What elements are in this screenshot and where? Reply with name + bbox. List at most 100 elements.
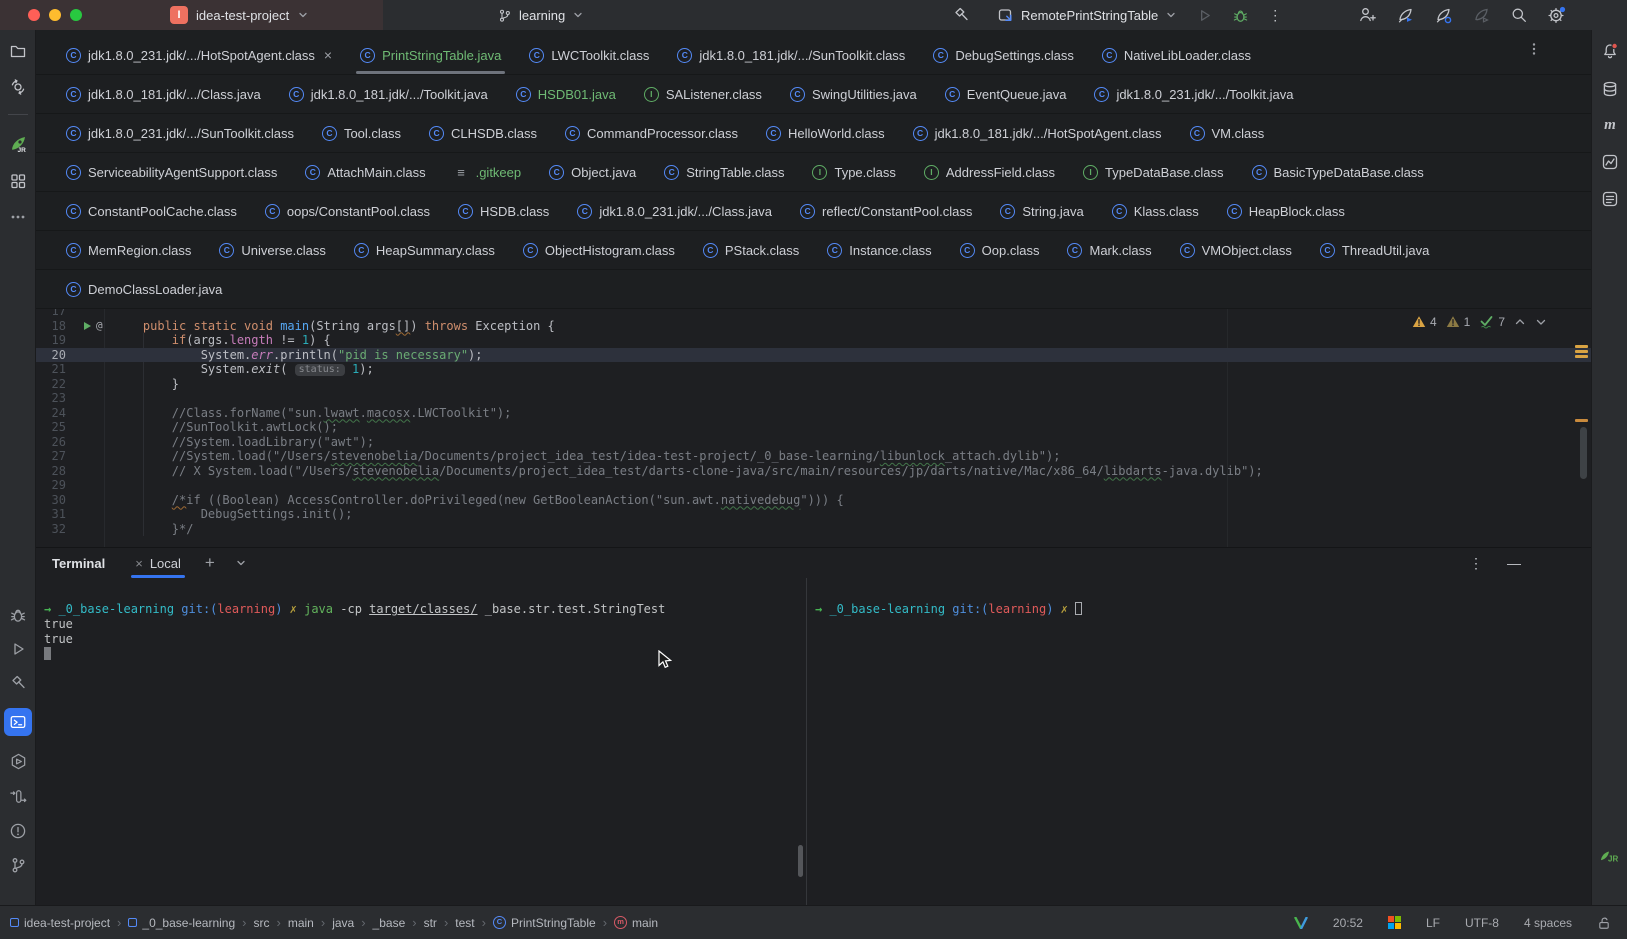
build-icon[interactable] — [9, 674, 27, 692]
run-icon[interactable] — [1196, 7, 1213, 24]
editor-tab[interactable]: CHSDB.class — [444, 192, 563, 230]
editor-scrollbar[interactable] — [1580, 427, 1587, 479]
editor-tab[interactable]: COop.class — [946, 231, 1054, 269]
editor-tab[interactable]: CKlass.class — [1098, 192, 1213, 230]
editor-tab[interactable]: ITypeDataBase.class — [1069, 153, 1238, 191]
editor-tab[interactable]: CCommandProcessor.class — [551, 114, 752, 152]
editor-tab[interactable]: IAddressField.class — [910, 153, 1069, 191]
editor-tab[interactable]: CHelloWorld.class — [752, 114, 899, 152]
editor-tab[interactable]: CAttachMain.class — [291, 153, 439, 191]
code-line[interactable]: 18@ public static void main(String args[… — [36, 319, 1591, 334]
editor-tab[interactable]: Cjdk1.8.0_231.jdk/.../SunToolkit.class — [52, 114, 308, 152]
breadcrumb-item[interactable]: src — [253, 916, 269, 930]
editor-tab[interactable]: Cjdk1.8.0_181.jdk/.../Toolkit.java — [275, 75, 502, 113]
zoom-window-button[interactable] — [70, 9, 82, 21]
branch-widget[interactable]: learning — [497, 0, 584, 30]
prev-problem-icon[interactable] — [1514, 316, 1526, 328]
hide-terminal-icon[interactable]: — — [1507, 555, 1521, 571]
editor-tab[interactable]: Cjdk1.8.0_181.jdk/.../SunToolkit.class — [663, 36, 919, 74]
editor-tab[interactable]: CInstance.class — [813, 231, 945, 269]
code-line[interactable]: 24 //Class.forName("sun.lwawt.macosx.LWC… — [36, 406, 1591, 421]
endpoints-icon[interactable] — [9, 787, 28, 806]
editor-tab[interactable]: CObject.java — [535, 153, 650, 191]
editor-tab[interactable]: Cjdk1.8.0_231.jdk/.../HotSpotAgent.class… — [52, 36, 346, 74]
debug-icon[interactable] — [9, 606, 27, 624]
project-widget[interactable]: I idea-test-project — [170, 0, 309, 30]
editor-tab[interactable]: ≡.gitkeep — [440, 153, 536, 191]
code-line[interactable]: 30 /*if ((Boolean) AccessController.doPr… — [36, 493, 1591, 508]
line-separator[interactable]: LF — [1426, 916, 1440, 930]
terminal-tab-local[interactable]: × Local — [135, 548, 181, 578]
breadcrumb-item[interactable]: main — [288, 916, 314, 930]
run-configuration-select[interactable]: RemotePrintStringTable — [997, 7, 1177, 24]
code-line[interactable]: 28 // X System.load("/Users/stevenobelia… — [36, 464, 1591, 479]
code-line[interactable]: 27 //System.load("/Users/stevenobelia/Do… — [36, 449, 1591, 464]
problems-icon[interactable] — [9, 822, 27, 840]
editor-tab[interactable]: IType.class — [798, 153, 909, 191]
editor-tab[interactable]: CVMObject.class — [1166, 231, 1306, 269]
code-line[interactable]: 20 System.err.println("pid is necessary"… — [36, 348, 1591, 363]
editor-tab[interactable]: CString.java — [986, 192, 1097, 230]
more-icon[interactable] — [9, 208, 27, 226]
editor-tab[interactable]: CCLHSDB.class — [415, 114, 551, 152]
breadcrumb-item[interactable]: CPrintStringTable — [493, 916, 596, 930]
editor-tab[interactable]: CServiceabilityAgentSupport.class — [52, 153, 291, 191]
inspections-widget[interactable]: 4 1 7 — [1412, 314, 1547, 329]
services-icon[interactable] — [9, 752, 28, 771]
more-icon[interactable]: ⋮ — [1268, 10, 1282, 20]
editor-tab[interactable]: CLWCToolkit.class — [515, 36, 663, 74]
editor-tab[interactable]: CDebugSettings.class — [919, 36, 1088, 74]
breadcrumb-item[interactable]: _0_base-learning — [128, 916, 235, 930]
jrebel-run-icon[interactable] — [1396, 6, 1415, 25]
windows-colors-icon[interactable] — [1388, 916, 1401, 929]
editor-tab[interactable]: CHSDB01.java — [502, 75, 630, 113]
database-icon[interactable] — [1601, 80, 1619, 98]
breadcrumb-item[interactable]: str — [424, 916, 437, 930]
new-terminal-icon[interactable]: + — [205, 553, 215, 573]
editor-tab[interactable]: CConstantPoolCache.class — [52, 192, 251, 230]
notifications-bell-icon[interactable] — [1601, 42, 1620, 61]
code-line[interactable]: 32 }*/ — [36, 522, 1591, 537]
editor-tab[interactable]: Creflect/ConstantPool.class — [786, 192, 986, 230]
editor-tab[interactable]: Cjdk1.8.0_181.jdk/.../HotSpotAgent.class — [899, 114, 1176, 152]
code-line[interactable]: 25 //SunToolkit.awtLock(); — [36, 420, 1591, 435]
close-icon[interactable]: × — [324, 48, 332, 62]
code-line[interactable]: 23 — [36, 391, 1591, 406]
search-icon[interactable] — [1510, 6, 1528, 24]
git-icon[interactable] — [9, 856, 27, 874]
next-problem-icon[interactable] — [1535, 316, 1547, 328]
close-window-button[interactable] — [28, 9, 40, 21]
close-icon[interactable]: × — [135, 556, 143, 571]
jrebel-badge-icon[interactable]: JR — [1599, 848, 1621, 864]
breadcrumb-item[interactable]: test — [455, 916, 474, 930]
breadcrumb-item[interactable]: mmain — [614, 916, 658, 930]
editor-tab[interactable]: Cjdk1.8.0_181.jdk/.../Class.java — [52, 75, 275, 113]
jrebel-debug-icon[interactable] — [1434, 6, 1453, 25]
jrebel-icon[interactable]: JR — [8, 133, 29, 154]
editor-tab[interactable]: CNativeLibLoader.class — [1088, 36, 1265, 74]
editor-tab[interactable]: CSwingUtilities.java — [776, 75, 931, 113]
vcs-v-icon[interactable] — [1294, 917, 1308, 929]
editor-tab[interactable]: Cjdk1.8.0_231.jdk/.../Toolkit.java — [1080, 75, 1307, 113]
editor-tab[interactable]: CObjectHistogram.class — [509, 231, 689, 269]
breadcrumb-item[interactable]: idea-test-project — [10, 916, 110, 930]
editor-tab[interactable]: CThreadUtil.java — [1306, 231, 1443, 269]
editor-tab[interactable]: CVM.class — [1176, 114, 1279, 152]
terminal-pane-right[interactable]: → _0_base-learning git:(learning) ✗ — [807, 578, 1591, 905]
run-line-icon[interactable] — [84, 322, 91, 330]
caret-position[interactable]: 20:52 — [1333, 916, 1363, 930]
code-line[interactable]: 19 if(args.length != 1) { — [36, 333, 1591, 348]
breadcrumb-item[interactable]: _base — [373, 916, 406, 930]
terminal-scrollbar[interactable] — [798, 845, 803, 877]
warnings-badge[interactable]: 4 — [1412, 315, 1437, 329]
add-user-icon[interactable] — [1358, 6, 1377, 24]
code-line[interactable]: 31 DebugSettings.init(); — [36, 507, 1591, 522]
editor-tab[interactable]: CHeapBlock.class — [1213, 192, 1359, 230]
code-line[interactable]: 22 } — [36, 377, 1591, 392]
terminal-options-icon[interactable]: ⋮ — [1469, 558, 1483, 568]
editor-tab[interactable]: CDemoClassLoader.java — [52, 270, 236, 308]
terminal-pane-left[interactable]: → _0_base-learning git:(learning) ✗ java… — [36, 578, 806, 905]
editor-tab[interactable]: CPStack.class — [689, 231, 813, 269]
editor-tab[interactable]: CTool.class — [308, 114, 415, 152]
editor-tab[interactable]: ISAListener.class — [630, 75, 776, 113]
